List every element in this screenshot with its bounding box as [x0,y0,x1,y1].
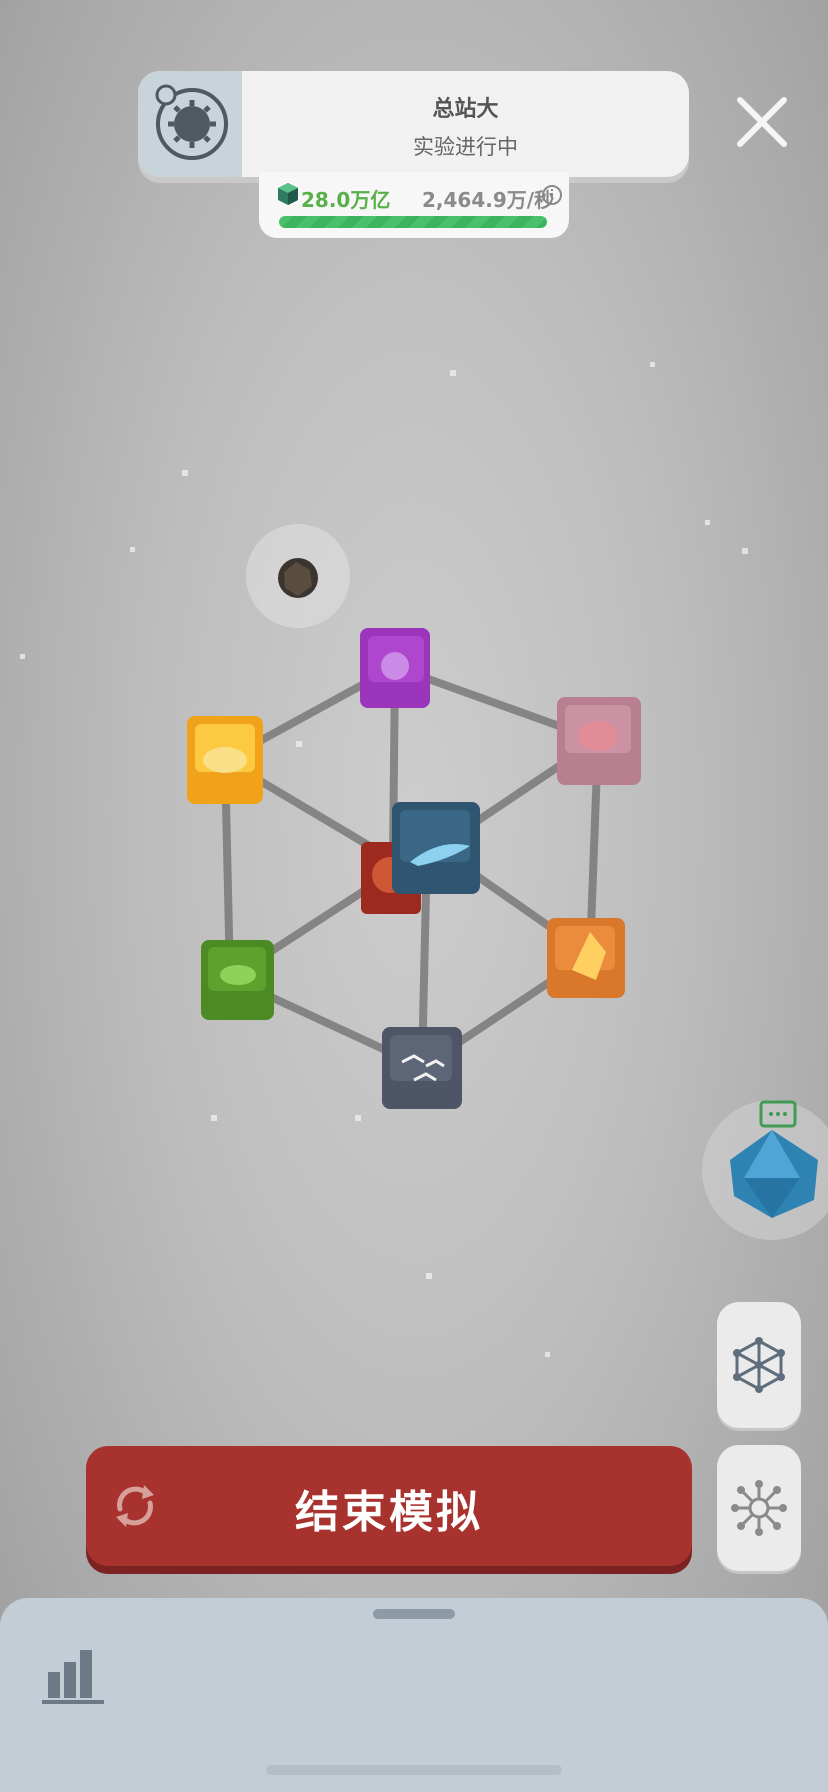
resource-progress-bar [279,216,547,228]
close-icon [737,97,787,147]
node-birds[interactable] [382,1027,462,1109]
home-indicator [266,1765,562,1775]
resource-strip: 28.0万亿 2,464.9万/秒 [259,172,569,238]
info-icon[interactable] [541,184,563,206]
gear-planet-icon [155,84,228,160]
node-trex-skull[interactable] [187,716,263,804]
resource-rate: 2,464.9万/秒 [422,188,555,212]
resource-amount: 28.0万亿 [301,188,391,212]
resource-progress-fill [279,216,547,228]
neuron-icon [731,1480,787,1536]
end-simulation-button[interactable]: 结束模拟 [86,1446,692,1566]
node-whale[interactable] [392,802,480,894]
node-frog[interactable] [201,940,274,1020]
bottom-panel [0,1598,828,1792]
meteor-rock[interactable] [246,524,350,628]
header-icon-box[interactable] [138,71,242,177]
close-button[interactable] [732,92,792,152]
header-card: 总站大 实验进行中 [138,71,689,177]
header-title: 总站大 [432,97,499,122]
node-lion[interactable] [547,918,625,998]
header-subtitle: 实验进行中 [413,135,518,159]
bar-chart-icon[interactable] [40,1642,106,1706]
blue-polyhedron-character[interactable] [702,1100,828,1240]
neuron-button[interactable] [717,1445,801,1571]
node-jellyfish[interactable] [360,628,430,708]
cube-gem-icon [278,183,298,205]
drag-handle[interactable] [373,1609,455,1619]
network-graph-icon [733,1337,785,1393]
node-brain[interactable] [557,697,641,785]
end-simulation-label: 结束模拟 [295,1487,483,1538]
network-graph-button[interactable] [717,1302,801,1428]
